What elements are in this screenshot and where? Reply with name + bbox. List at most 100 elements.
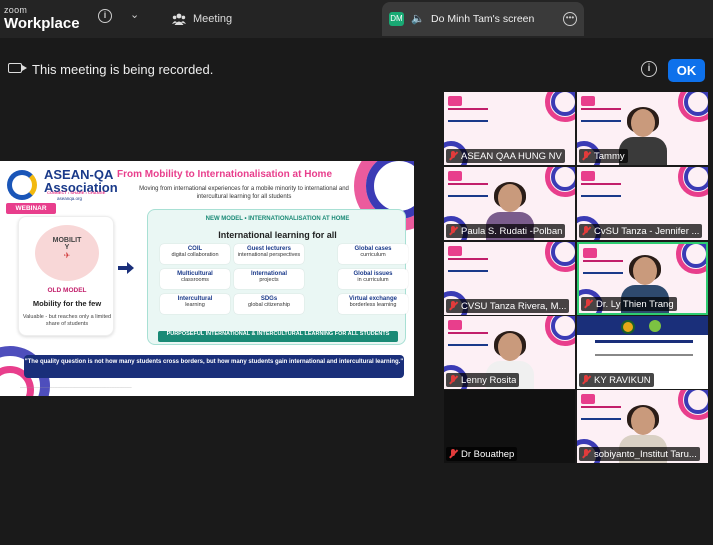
recording-notice: This meeting is being recorded. i OK xyxy=(0,50,713,90)
muted-microphone-icon xyxy=(449,375,458,385)
tile-background-graphic xyxy=(581,171,595,181)
new-model-title: International learning for all xyxy=(218,230,337,240)
ok-button[interactable]: OK xyxy=(668,59,705,82)
zoom-logo: zoom Workplace xyxy=(4,6,80,32)
meeting-label: Meeting xyxy=(193,13,233,25)
participant-name: CVSU Tanza Rivera, M... xyxy=(461,300,567,312)
meeting-info-icon[interactable]: i xyxy=(98,9,112,23)
new-model-item: Multicultural classrooms xyxy=(160,269,230,289)
item-detail: global citizenship xyxy=(248,302,290,308)
slide-quote: "The quality question is not how many st… xyxy=(24,355,404,378)
arrow-right-icon xyxy=(118,262,134,274)
participant-name: Tammy xyxy=(594,150,625,162)
participant-name-tag: CvSU Tanza - Jennifer ... xyxy=(579,224,703,238)
participant-name-tag: Dr Bouathep xyxy=(446,447,518,461)
tile-background-graphic xyxy=(448,183,488,197)
participant-name: Dr. Ly Thien Trang xyxy=(596,298,674,310)
participant-tile[interactable]: Paula S. Rudati -Polban xyxy=(444,167,575,240)
new-model-item: Virtual exchange borderless learning xyxy=(338,294,408,314)
more-options-icon[interactable]: ••• xyxy=(563,12,577,26)
old-model-description: Valuable - but reaches only a limited sh… xyxy=(22,314,112,327)
new-model-label: NEW MODEL • INTERNATIONALISATION AT HOME xyxy=(205,216,350,222)
tile-background-graphic xyxy=(448,108,488,122)
participant-name: Dr Bouathep xyxy=(461,448,515,460)
muted-microphone-icon xyxy=(584,299,593,309)
item-detail: international perspectives xyxy=(237,252,301,258)
item-detail: projects xyxy=(259,277,279,283)
new-model-item: SDGs global citizenship xyxy=(234,294,304,314)
participant-name-tag: ASEAN QAA HUNG NV xyxy=(446,149,565,163)
item-detail: digital collaboration xyxy=(171,252,219,258)
participant-tile[interactable]: Dr. Ly Thien Trang xyxy=(577,242,708,315)
participant-name-tag: Dr. Ly Thien Trang xyxy=(581,297,677,311)
participant-tile[interactable]: ASEAN QAA HUNG NV xyxy=(444,92,575,165)
participant-tile[interactable]: CvSU Tanza - Jennifer ... xyxy=(577,167,708,240)
participant-name: Paula S. Rudati -Polban xyxy=(461,225,563,237)
participant-name-tag: sobiyanto_Institut Taru... xyxy=(579,447,700,461)
face xyxy=(498,184,522,212)
new-model-item: Guest lecturers international perspective… xyxy=(234,244,304,264)
participant-name-tag: KY RAVIKUN xyxy=(579,373,654,387)
new-model-item: Intercultural learning xyxy=(160,294,230,314)
muted-microphone-icon xyxy=(582,375,591,385)
shared-screen-tab[interactable]: DM 🔈 Do Minh Tam's screen ••• xyxy=(382,2,584,36)
item-detail: learning xyxy=(185,302,205,308)
logo-url: aseanqa.org xyxy=(57,196,83,201)
face xyxy=(498,333,522,361)
participant-name: sobiyanto_Institut Taru... xyxy=(594,448,697,460)
item-detail: classrooms xyxy=(181,277,209,283)
tile-background-graphic xyxy=(682,244,706,268)
tile-background-graphic xyxy=(583,248,597,258)
tile-background-graphic xyxy=(581,406,621,420)
speaker-icon: 🔈 xyxy=(411,13,425,25)
recording-camera-icon xyxy=(8,63,27,73)
top-bar: zoom Workplace i ⌄ Meeting DM 🔈 Do Minh … xyxy=(0,0,713,38)
face xyxy=(631,407,655,435)
tile-background-graphic xyxy=(448,332,488,346)
muted-microphone-icon xyxy=(449,449,458,459)
presenter-avatar: DM xyxy=(389,12,404,26)
participant-name-tag: Paula S. Rudati -Polban xyxy=(446,224,566,238)
slide-title: From Mobility to Internationalisation at… xyxy=(117,169,333,180)
chevron-down-icon[interactable]: ⌄ xyxy=(130,8,139,21)
participant-name-tag: CVSU Tanza Rivera, M... xyxy=(446,299,570,313)
participant-name-tag: Lenny Rosita xyxy=(446,373,520,387)
participant-tile[interactable]: Dr Bouathep xyxy=(444,390,575,463)
old-model-circle: MOBILIT Y ✈ xyxy=(35,225,99,281)
face xyxy=(631,109,655,137)
muted-microphone-icon xyxy=(449,226,458,236)
tile-background-graphic xyxy=(448,320,462,330)
participant-tile[interactable]: KY RAVIKUN xyxy=(577,316,708,389)
participant-name-tag: Tammy xyxy=(579,149,628,163)
tile-background-graphic xyxy=(581,394,595,404)
webinar-badge: WEBINAR xyxy=(6,203,56,214)
new-model-item: COIL digital collaboration xyxy=(160,244,230,264)
recording-info-icon[interactable]: i xyxy=(641,61,657,77)
tile-background-graphic xyxy=(581,183,621,197)
muted-microphone-icon xyxy=(582,449,591,459)
muted-microphone-icon xyxy=(582,226,591,236)
muted-microphone-icon xyxy=(449,301,458,311)
logo-tagline: CONNECT • SHARE • CHANGE xyxy=(47,190,106,195)
old-model-title: Mobility for the few xyxy=(32,299,102,308)
new-model-item: Global issues in curriculum xyxy=(338,269,408,289)
participant-tile[interactable]: CVSU Tanza Rivera, M... xyxy=(444,242,575,315)
participant-tile[interactable]: Lenny Rosita xyxy=(444,316,575,389)
item-detail: borderless learning xyxy=(349,302,397,308)
participant-tile[interactable]: sobiyanto_Institut Taru... xyxy=(577,390,708,463)
tile-background-graphic xyxy=(448,258,488,272)
airplane-icon: ✈ xyxy=(63,251,71,260)
tile-background-graphic xyxy=(583,260,623,274)
shared-slide: ASEAN-QA Association CONNECT • SHARE • C… xyxy=(0,161,414,396)
muted-microphone-icon xyxy=(449,151,458,161)
tile-background-graphic xyxy=(448,246,462,256)
seal-logo-icon xyxy=(621,320,635,334)
item-detail: curriculum xyxy=(360,252,386,258)
new-model-item: Global cases curriculum xyxy=(338,244,408,264)
participant-name: Lenny Rosita xyxy=(461,374,517,386)
face xyxy=(633,257,657,285)
shared-screen-label: Do Minh Tam's screen xyxy=(431,13,535,25)
meeting-button[interactable]: Meeting xyxy=(172,10,232,28)
slide-footnote-graphic: ────────────────────────────────────────… xyxy=(20,386,132,390)
participant-tile[interactable]: Tammy xyxy=(577,92,708,165)
